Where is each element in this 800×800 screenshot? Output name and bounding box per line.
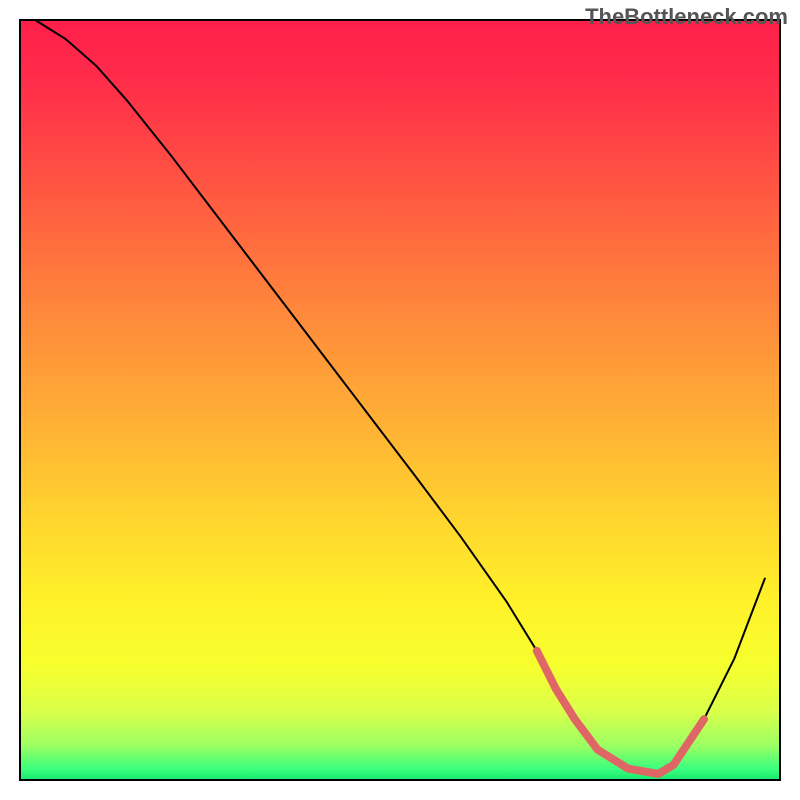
- watermark-text: TheBottleneck.com: [585, 4, 788, 30]
- chart-container: TheBottleneck.com: [0, 0, 800, 800]
- plot-area: [20, 20, 780, 780]
- bottleneck-chart: [0, 0, 800, 800]
